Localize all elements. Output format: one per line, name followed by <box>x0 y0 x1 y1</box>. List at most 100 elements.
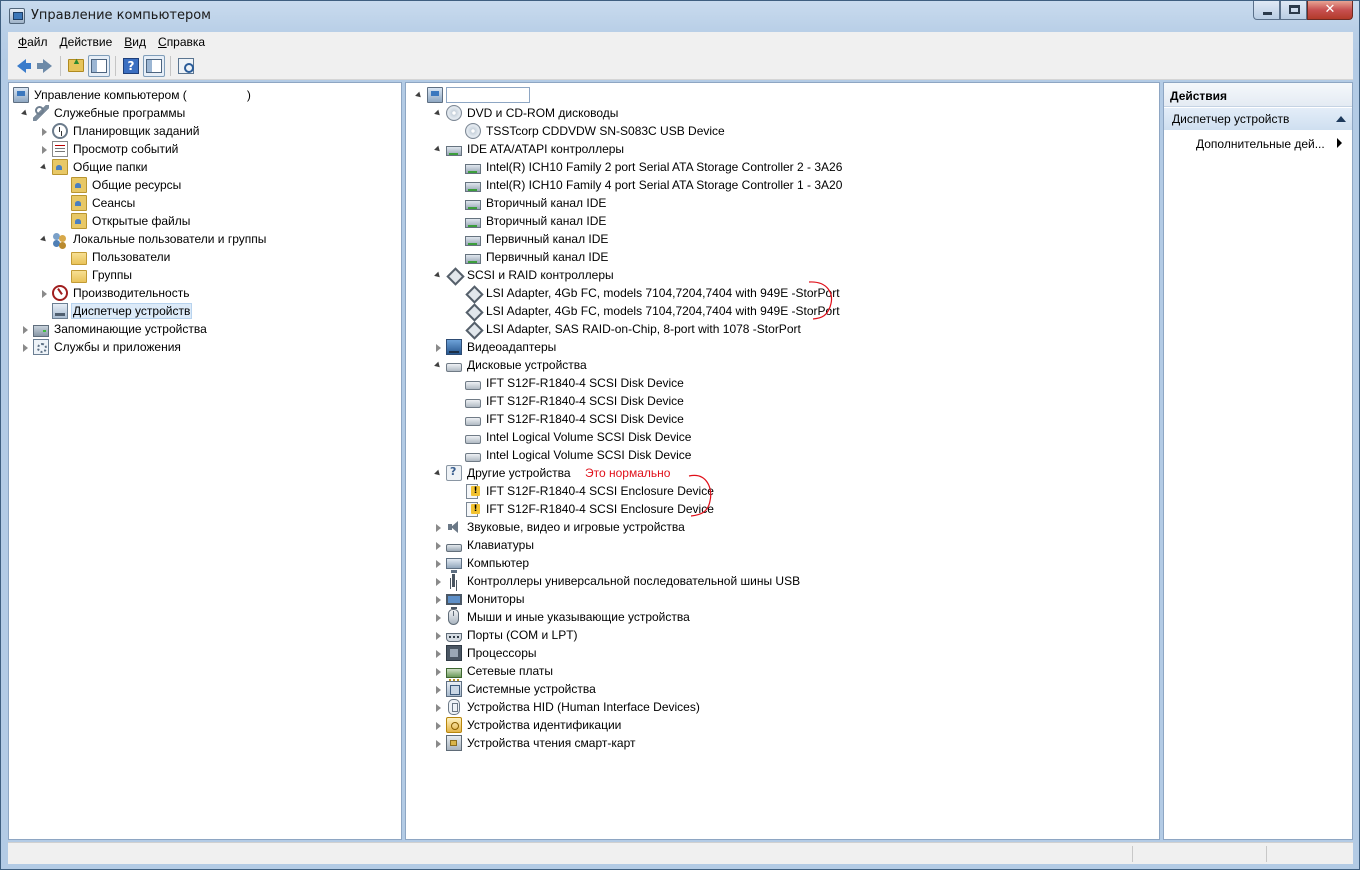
device-item[interactable]: Intel(R) ICH10 Family 4 port Serial ATA … <box>465 176 844 194</box>
device-category[interactable]: Устройства идентификации <box>434 716 623 734</box>
device-category[interactable]: Процессоры <box>434 644 539 662</box>
tree-item-device-manager[interactable]: Диспетчер устройств <box>52 302 193 320</box>
device-item[interactable]: IFT S12F-R1840-4 SCSI Enclosure Device <box>465 482 716 500</box>
expand-toggle[interactable] <box>21 325 30 334</box>
expand-toggle[interactable] <box>40 289 49 298</box>
tree-item-performance[interactable]: Производительность <box>40 284 191 302</box>
expand-toggle[interactable] <box>434 739 443 748</box>
tree-item-system-tools[interactable]: Служебные программы <box>21 104 187 122</box>
close-button[interactable]: ✕ <box>1307 1 1353 20</box>
device-item[interactable]: LSI Adapter, 4Gb FC, models 7104,7204,74… <box>465 284 842 302</box>
expand-toggle[interactable] <box>434 469 443 478</box>
show-hide-tree-button[interactable] <box>88 54 110 77</box>
expand-toggle[interactable] <box>434 649 443 658</box>
expand-toggle[interactable] <box>434 541 443 550</box>
menu-help[interactable]: Справка <box>152 35 211 49</box>
minimize-button[interactable] <box>1253 1 1280 20</box>
expand-toggle[interactable] <box>434 703 443 712</box>
expand-toggle[interactable] <box>40 235 49 244</box>
back-button[interactable] <box>10 55 32 77</box>
expand-toggle[interactable] <box>434 343 443 352</box>
expand-toggle[interactable] <box>434 361 443 370</box>
more-actions-item[interactable]: Дополнительные дей... <box>1196 137 1325 151</box>
device-category[interactable]: Дисковые устройства <box>434 356 589 374</box>
device-item[interactable]: IFT S12F-R1840-4 SCSI Disk Device <box>465 410 686 428</box>
device-item[interactable]: TSSTcorp CDDVDW SN-S083C USB Device <box>465 122 727 140</box>
device-category[interactable]: Мыши и иные указывающие устройства <box>434 608 692 626</box>
device-category[interactable]: Устройства чтения смарт-карт <box>434 734 637 752</box>
device-item[interactable]: Intel Logical Volume SCSI Disk Device <box>465 446 693 464</box>
device-item[interactable]: Intel Logical Volume SCSI Disk Device <box>465 428 693 446</box>
submenu-arrow-icon[interactable] <box>1337 138 1342 148</box>
forward-button[interactable] <box>33 55 55 77</box>
device-category[interactable]: Компьютер <box>434 554 531 573</box>
tree-item-event-viewer[interactable]: Просмотр событий <box>40 140 180 158</box>
tree-item-groups[interactable]: Группы <box>71 266 134 284</box>
menu-action[interactable]: Действие <box>54 35 119 49</box>
device-item[interactable]: Вторичный канал IDE <box>465 212 608 230</box>
tree-item-open-files[interactable]: Открытые файлы <box>71 212 192 230</box>
device-category[interactable]: Сетевые платы <box>434 662 555 681</box>
menu-file[interactable]: Файл <box>12 35 54 49</box>
maximize-button[interactable] <box>1280 1 1307 20</box>
device-item[interactable]: IFT S12F-R1840-4 SCSI Enclosure Device <box>465 500 716 518</box>
tree-item-local-users[interactable]: Локальные пользователи и группы <box>40 230 268 248</box>
up-level-button[interactable] <box>65 55 87 77</box>
tree-item-services[interactable]: Службы и приложения <box>21 338 183 356</box>
device-category[interactable]: Другие устройства <box>434 464 573 482</box>
expand-toggle[interactable] <box>434 685 443 694</box>
device-category[interactable]: Клавиатуры <box>434 536 536 554</box>
device-item[interactable]: IFT S12F-R1840-4 SCSI Disk Device <box>465 374 686 392</box>
tree-item-root[interactable]: Управление компьютером () <box>13 86 253 104</box>
device-item[interactable]: LSI Adapter, 4Gb FC, models 7104,7204,74… <box>465 302 842 320</box>
title-bar[interactable]: Управление компьютером ✕ <box>1 1 1359 31</box>
console-tree-pane[interactable]: Управление компьютером () Служебные прог… <box>8 82 402 840</box>
expand-toggle[interactable] <box>434 523 443 532</box>
expand-toggle[interactable] <box>434 577 443 586</box>
device-category[interactable]: Видеоадаптеры <box>434 338 558 356</box>
device-category[interactable]: Порты (COM и LPT) <box>434 626 580 644</box>
action-pane-button[interactable] <box>143 54 165 77</box>
expand-toggle[interactable] <box>40 163 49 172</box>
actions-section-device-manager[interactable]: Диспетчер устройств <box>1164 108 1352 130</box>
device-item[interactable]: LSI Adapter, SAS RAID-on-Chip, 8-port wi… <box>465 320 803 338</box>
device-tree-pane[interactable]: DVD и CD-ROM дисководы TSSTcorp CDDVDW S… <box>405 82 1160 840</box>
tree-item-users[interactable]: Пользователи <box>71 248 172 266</box>
tree-item-shared-folders[interactable]: Общие папки <box>40 158 149 176</box>
device-item[interactable]: IFT S12F-R1840-4 SCSI Disk Device <box>465 392 686 410</box>
expand-toggle[interactable] <box>434 721 443 730</box>
device-category[interactable]: SCSI и RAID контроллеры <box>434 266 616 284</box>
scan-hardware-button[interactable] <box>175 55 197 77</box>
expand-toggle[interactable] <box>415 91 424 100</box>
expand-toggle[interactable] <box>434 667 443 676</box>
expand-toggle[interactable] <box>434 271 443 280</box>
tree-item-shares[interactable]: Общие ресурсы <box>71 176 183 194</box>
expand-toggle[interactable] <box>434 613 443 622</box>
collapse-up-icon[interactable] <box>1336 116 1346 122</box>
device-category[interactable]: Мониторы <box>434 590 526 609</box>
device-item[interactable]: Intel(R) ICH10 Family 2 port Serial ATA … <box>465 158 844 176</box>
expand-toggle[interactable] <box>40 127 49 136</box>
expand-toggle[interactable] <box>434 145 443 154</box>
device-category[interactable]: Звуковые, видео и игровые устройства <box>434 518 687 536</box>
tree-item-storage[interactable]: Запоминающие устройства <box>21 320 209 338</box>
device-item[interactable]: Вторичный канал IDE <box>465 194 608 212</box>
expand-toggle[interactable] <box>434 631 443 640</box>
expand-toggle[interactable] <box>21 343 30 352</box>
device-category[interactable]: Системные устройства <box>434 680 598 698</box>
expand-toggle[interactable] <box>434 595 443 604</box>
device-category[interactable]: Контроллеры универсальной последовательн… <box>434 572 802 590</box>
device-category[interactable]: IDE ATA/ATAPI контроллеры <box>434 140 626 158</box>
device-category[interactable]: Устройства HID (Human Interface Devices) <box>434 698 702 716</box>
expand-toggle[interactable] <box>21 109 30 118</box>
device-item[interactable]: Первичный канал IDE <box>465 248 610 266</box>
expand-toggle[interactable] <box>40 145 49 154</box>
tree-item-task-scheduler[interactable]: Планировщик заданий <box>40 122 201 140</box>
expand-toggle[interactable] <box>434 559 443 568</box>
computer-name-box[interactable] <box>446 87 530 103</box>
menu-view[interactable]: Вид <box>118 35 152 49</box>
device-tree-root[interactable] <box>415 86 530 104</box>
tree-item-sessions[interactable]: Сеансы <box>71 194 137 212</box>
help-button[interactable]: ? <box>120 55 142 77</box>
expand-toggle[interactable] <box>434 109 443 118</box>
